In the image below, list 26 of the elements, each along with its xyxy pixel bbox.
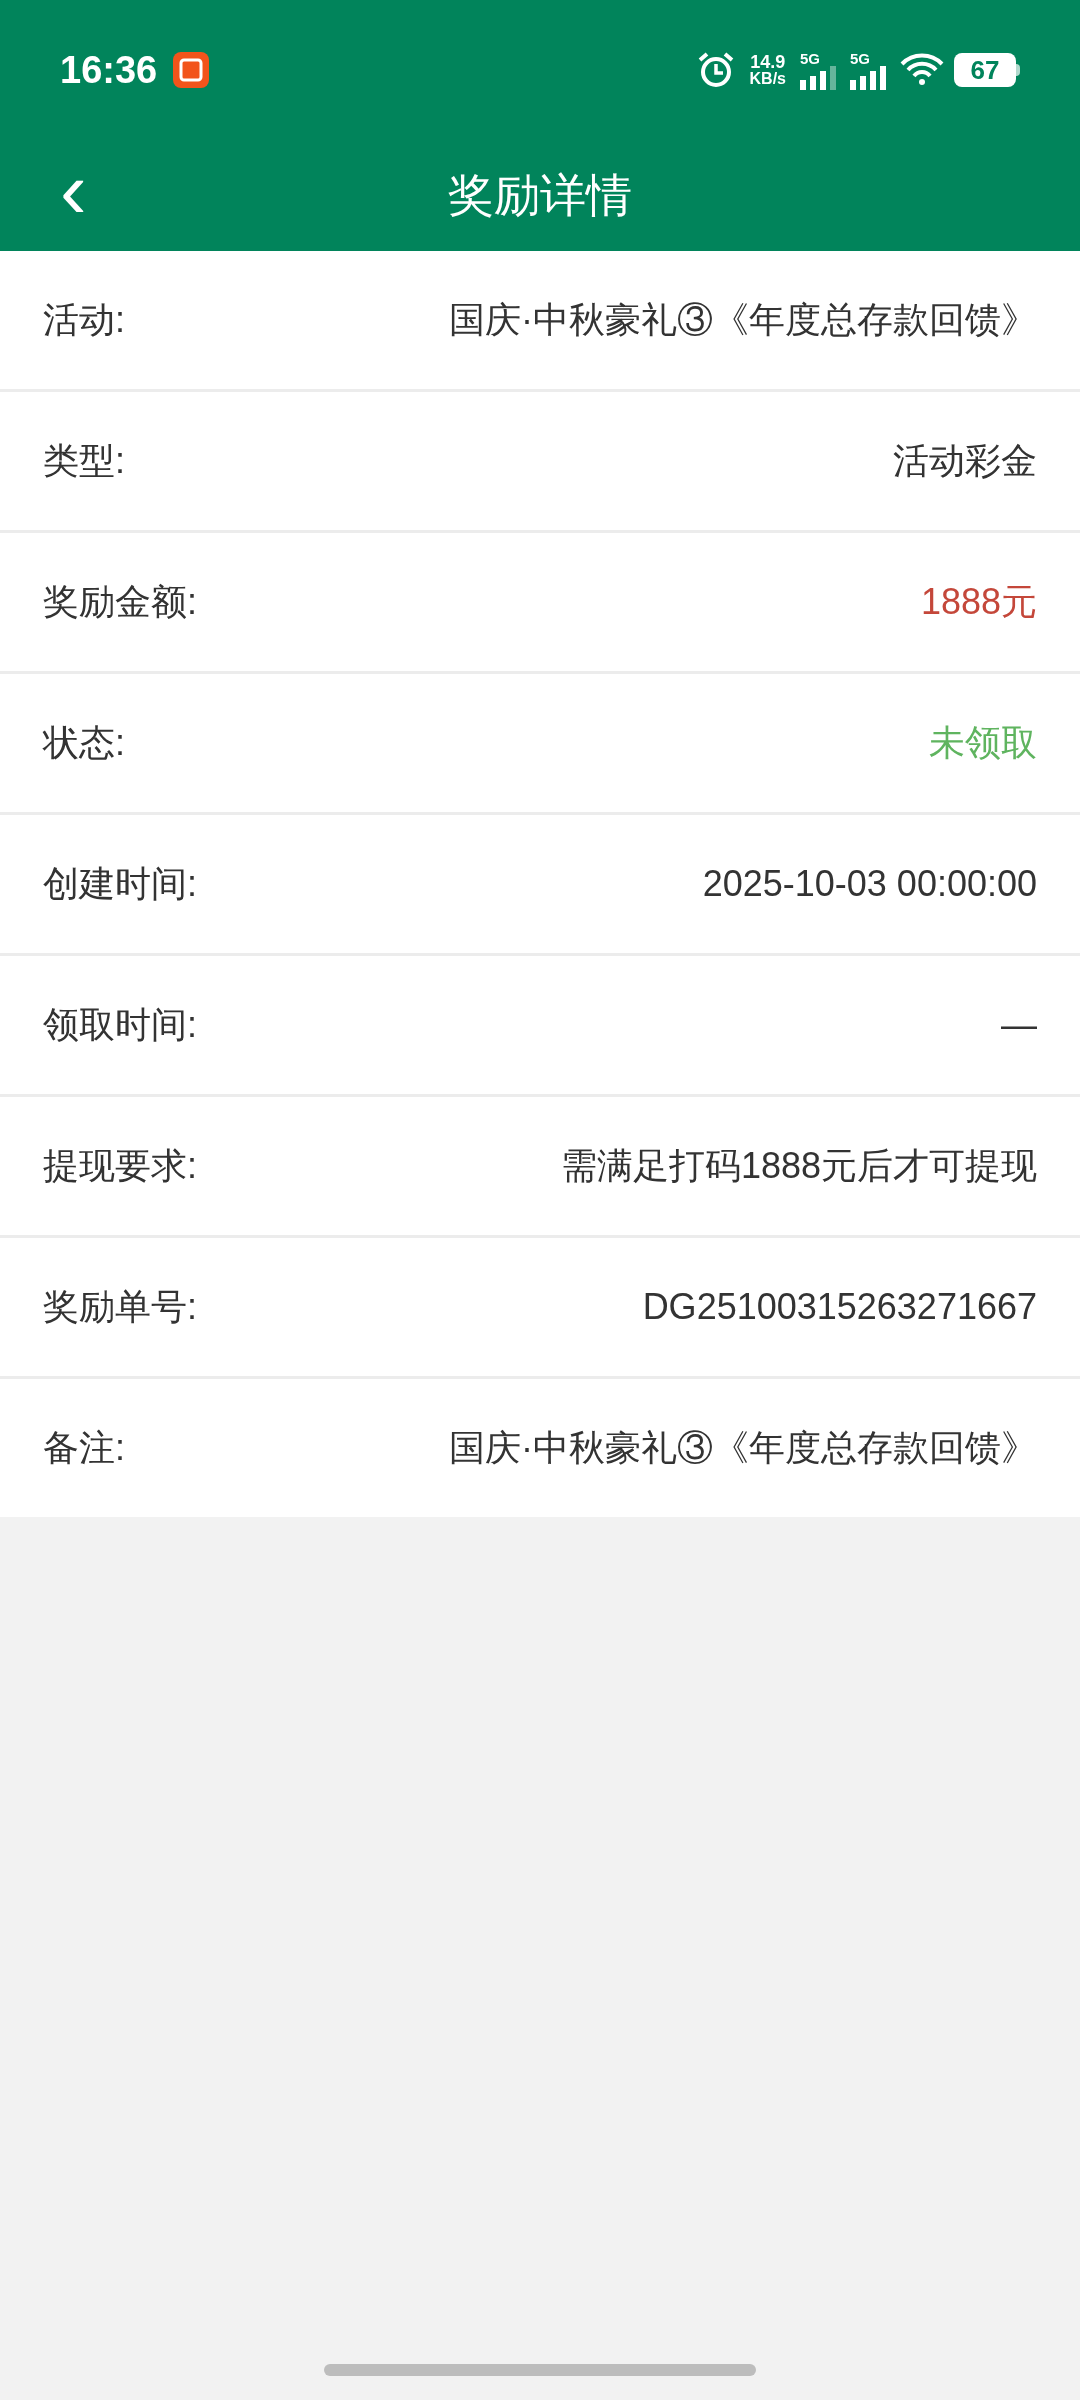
field-value: DG25100315263271667 (642, 1285, 1037, 1329)
field-value: 1888元 (920, 580, 1037, 624)
field-label: 类型: (43, 439, 125, 483)
field-value: 未领取 (929, 721, 1037, 765)
net-speed-value: 14.9 (750, 53, 786, 71)
field-label: 奖励金额: (43, 580, 197, 624)
field-value: 需满足打码1888元后才可提现 (560, 1144, 1037, 1188)
field-label: 备注: (43, 1426, 125, 1470)
field-value: 活动彩金 (893, 439, 1037, 483)
field-value: 国庆·中秋豪礼③《年度总存款回馈》 (449, 298, 1037, 342)
status-time: 16:36 (60, 47, 158, 93)
field-label: 领取时间: (43, 1003, 197, 1047)
field-value: 国庆·中秋豪礼③《年度总存款回馈》 (449, 1426, 1037, 1470)
field-label: 提现要求: (43, 1144, 197, 1188)
network-label: 5G (800, 50, 821, 66)
net-speed-unit: KB/s (749, 71, 786, 87)
field-label: 状态: (43, 721, 125, 765)
wifi-icon (900, 52, 944, 88)
field-value: 2025-10-03 00:00:00 (702, 862, 1037, 906)
network-label: 5G (850, 50, 871, 66)
field-label: 活动: (43, 298, 125, 342)
field-value: — (1001, 1003, 1037, 1047)
back-button[interactable]: ‹ (60, 150, 87, 241)
field-label: 奖励单号: (43, 1285, 197, 1329)
page-title: 奖励详情 (448, 168, 632, 223)
field-label: 创建时间: (43, 862, 197, 906)
